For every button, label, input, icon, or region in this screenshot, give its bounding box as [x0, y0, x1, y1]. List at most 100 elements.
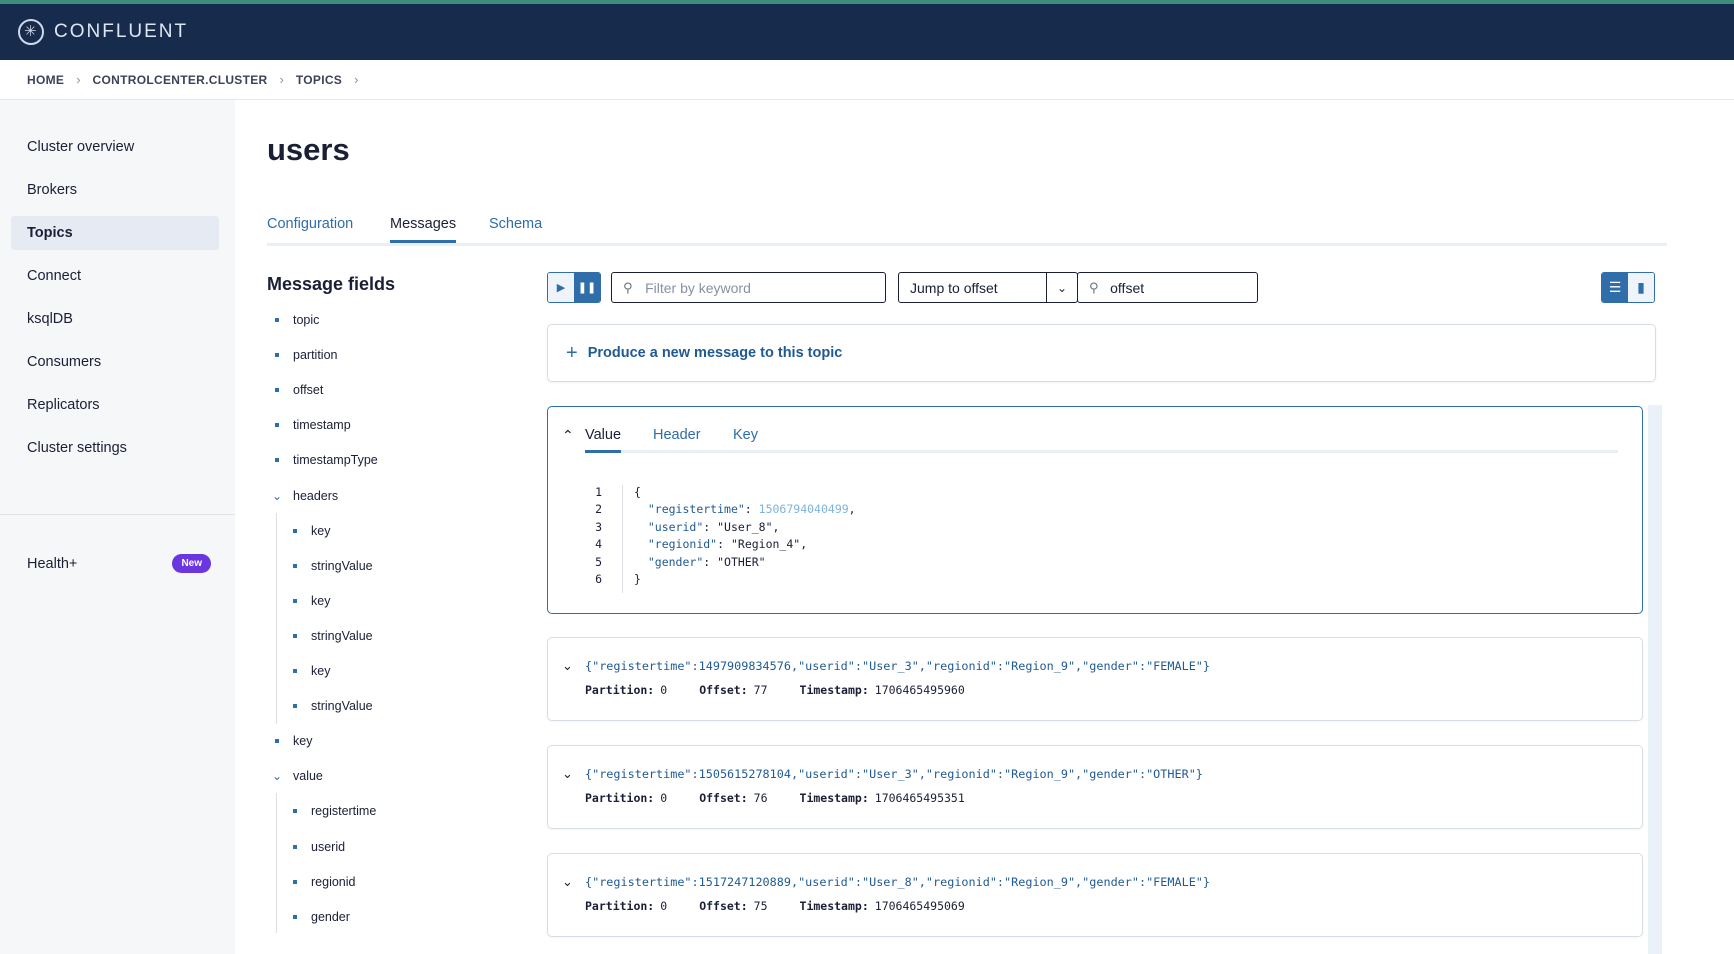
plus-icon: + — [566, 341, 578, 364]
sidebar: Cluster overview Brokers Topics Connect … — [0, 100, 235, 954]
message-field[interactable]: stringValue — [293, 626, 373, 646]
message-field[interactable]: registertime — [293, 801, 376, 821]
chevron-right-icon: › — [279, 72, 284, 87]
bullet-icon — [275, 458, 279, 462]
message-field-label: key — [311, 594, 331, 608]
message-field-group[interactable]: ⌄ headers — [270, 486, 338, 506]
bullet-icon — [293, 880, 297, 884]
scrollbar[interactable] — [1648, 405, 1662, 954]
jump-to-offset-select[interactable]: Jump to offset ⌄ — [898, 272, 1078, 303]
message-field[interactable]: gender — [293, 907, 350, 927]
message-field[interactable]: topic — [275, 310, 319, 330]
tab-key[interactable]: Key — [733, 427, 758, 450]
bullet-icon — [275, 739, 279, 743]
code-line: 6} — [595, 571, 641, 586]
topic-tabs: Configuration Messages Schema — [267, 214, 1667, 246]
sidebar-item-topics[interactable]: Topics — [11, 216, 219, 250]
code-line: 5 "gender": "OTHER" — [595, 554, 766, 569]
bullet-icon — [293, 564, 297, 568]
message-meta: Partition: 0 Offset: 77 Timestamp: 17064654… — [585, 683, 997, 697]
bullet-icon — [275, 388, 279, 392]
confluent-logo[interactable]: CONFLUENT — [18, 19, 188, 45]
message-field[interactable]: partition — [275, 345, 337, 365]
partition-value: 0 — [660, 899, 668, 913]
sidebar-item-connect[interactable]: Connect — [11, 259, 219, 293]
tab-value[interactable]: Value — [585, 427, 622, 453]
confluent-logo-icon — [18, 19, 44, 45]
offset-input[interactable] — [1110, 279, 1257, 296]
tree-guide-line — [276, 513, 277, 724]
search-icon: ⚲ — [1089, 279, 1099, 295]
bullet-icon — [293, 845, 297, 849]
view-toggle: ☰ ▮ — [1601, 272, 1655, 303]
message-field[interactable]: key — [275, 731, 312, 751]
chevron-down-icon[interactable]: ⌄ — [270, 769, 284, 783]
partition-value: 0 — [660, 683, 668, 697]
jump-to-offset-label: Jump to offset — [910, 279, 998, 296]
message-field[interactable]: key — [293, 661, 330, 681]
breadcrumb-home[interactable]: HOME — [27, 73, 64, 87]
bullet-icon — [293, 634, 297, 638]
new-badge: New — [172, 554, 211, 573]
filter-keyword-box: ⚲ — [611, 272, 886, 303]
tab-header[interactable]: Header — [653, 427, 701, 450]
message-field-label: headers — [293, 489, 339, 503]
play-icon[interactable]: ▶ — [548, 273, 574, 302]
sidebar-item-consumers[interactable]: Consumers — [11, 345, 219, 379]
sidebar-divider — [0, 514, 235, 515]
message-field-label: key — [311, 664, 331, 678]
breadcrumb-cluster[interactable]: CONTROLCENTER.CLUSTER — [93, 73, 268, 87]
message-field-label: key — [293, 734, 313, 748]
sidebar-item-replicators[interactable]: Replicators — [11, 388, 219, 422]
message-field-label: timestamp — [293, 418, 351, 432]
message-meta: Partition: 0 Offset: 76 Timestamp: 17064654… — [585, 791, 997, 805]
chevron-down-icon[interactable]: ⌄ — [270, 489, 284, 503]
timestamp-label: Timestamp: — [799, 791, 869, 805]
logo-text: CONFLUENT — [54, 21, 189, 42]
produce-message-button[interactable]: + Produce a new message to this topic — [547, 324, 1656, 382]
chevron-right-icon: › — [76, 72, 81, 87]
message-field[interactable]: regionid — [293, 872, 355, 892]
timestamp-label: Timestamp: — [799, 899, 869, 913]
message-detail-tabs: Value Header Key — [585, 425, 1618, 453]
timestamp-value: 1706465495351 — [874, 791, 965, 805]
sidebar-item-brokers[interactable]: Brokers — [11, 173, 219, 207]
message-field-label: regionid — [311, 875, 356, 889]
message-field[interactable]: stringValue — [293, 696, 373, 716]
chevron-down-icon[interactable]: ⌄ — [562, 766, 573, 782]
sidebar-item-health-plus[interactable]: Health+ New — [11, 546, 219, 582]
chevron-down-icon[interactable]: ⌄ — [562, 658, 573, 674]
message-field[interactable]: timestamp — [275, 415, 351, 435]
code-line: 1{ — [595, 485, 641, 499]
list-view-icon[interactable]: ☰ — [1602, 273, 1628, 302]
card-view-icon[interactable]: ▮ — [1628, 273, 1654, 302]
sidebar-item-cluster-settings[interactable]: Cluster settings — [11, 431, 219, 465]
message-field[interactable]: userid — [293, 837, 345, 857]
sidebar-item-cluster-overview[interactable]: Cluster overview — [11, 130, 219, 164]
chevron-up-icon[interactable]: ⌃ — [562, 427, 574, 444]
message-field-group[interactable]: ⌄ value — [270, 766, 323, 786]
message-card[interactable]: ⌄ {"registertime":1497909834576,"userid"… — [547, 637, 1643, 721]
top-navigation-bar: CONFLUENT — [0, 0, 1734, 60]
message-field-label: timestampType — [293, 453, 378, 467]
sidebar-item-ksqldb[interactable]: ksqlDB — [11, 302, 219, 336]
message-field[interactable]: offset — [275, 380, 323, 400]
message-card[interactable]: ⌄ {"registertime":1505615278104,"userid"… — [547, 745, 1643, 829]
message-field[interactable]: stringValue — [293, 556, 373, 576]
filter-keyword-input[interactable] — [645, 279, 885, 296]
chevron-down-icon[interactable]: ⌄ — [562, 874, 573, 890]
message-field[interactable]: timestampType — [275, 450, 378, 470]
breadcrumb-topics[interactable]: TOPICS — [296, 73, 342, 87]
message-field[interactable]: key — [293, 521, 330, 541]
tab-messages[interactable]: Messages — [390, 216, 457, 243]
message-field[interactable]: key — [293, 591, 330, 611]
bullet-icon — [293, 669, 297, 673]
offset-label: Offset: — [699, 683, 748, 697]
chevron-down-icon[interactable]: ⌄ — [1046, 273, 1077, 302]
tab-configuration[interactable]: Configuration — [267, 216, 353, 240]
pause-icon[interactable]: ❚❚ — [574, 273, 600, 302]
tab-schema[interactable]: Schema — [489, 216, 542, 240]
message-card[interactable]: ⌄ {"registertime":1517247120889,"userid"… — [547, 853, 1643, 937]
bullet-icon — [275, 353, 279, 357]
offset-search-box: ⚲ — [1077, 272, 1258, 303]
